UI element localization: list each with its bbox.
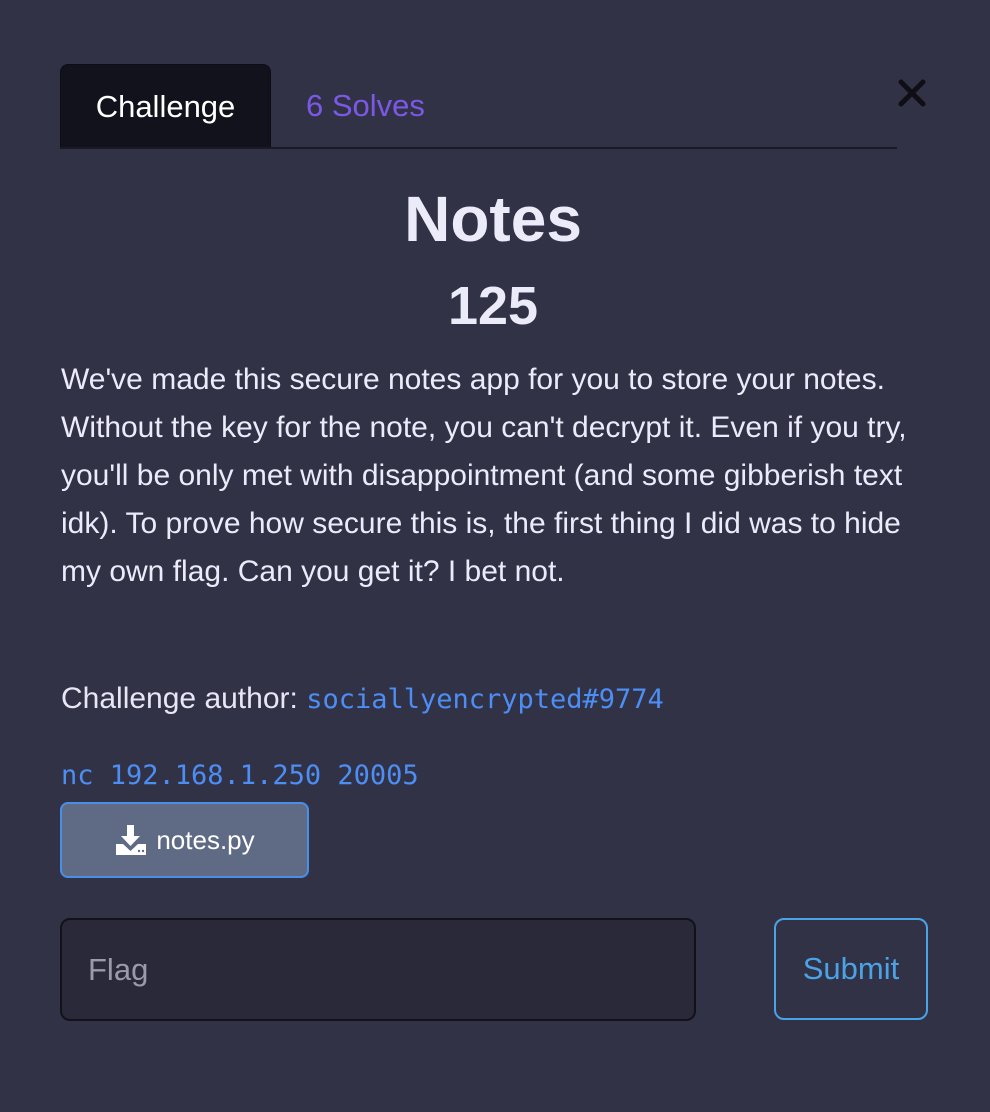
challenge-title: Notes bbox=[404, 183, 582, 255]
download-file-button[interactable]: notes.py bbox=[60, 802, 309, 878]
tab-solves[interactable]: 6 Solves bbox=[306, 64, 425, 147]
close-icon bbox=[898, 79, 926, 107]
author-handle: sociallyencrypted#9774 bbox=[306, 684, 664, 715]
tab-challenge[interactable]: Challenge bbox=[60, 64, 271, 147]
submit-button[interactable]: Submit bbox=[774, 918, 928, 1020]
challenge-modal: Challenge 6 Solves Notes 125 We've made … bbox=[0, 0, 990, 1112]
flag-input[interactable] bbox=[60, 918, 696, 1021]
challenge-points: 125 bbox=[447, 276, 539, 336]
challenge-author: Challenge author: sociallyencrypted#9774 bbox=[61, 677, 664, 722]
challenge-description: We've made this secure notes app for you… bbox=[61, 363, 907, 588]
tab-bar: Challenge 6 Solves bbox=[60, 64, 897, 149]
author-label: Challenge author: bbox=[61, 682, 298, 715]
close-button[interactable] bbox=[896, 72, 928, 112]
file-name: notes.py bbox=[156, 824, 255, 855]
connection-command: nc 192.168.1.250 20005 bbox=[61, 760, 419, 791]
download-icon bbox=[116, 825, 147, 855]
